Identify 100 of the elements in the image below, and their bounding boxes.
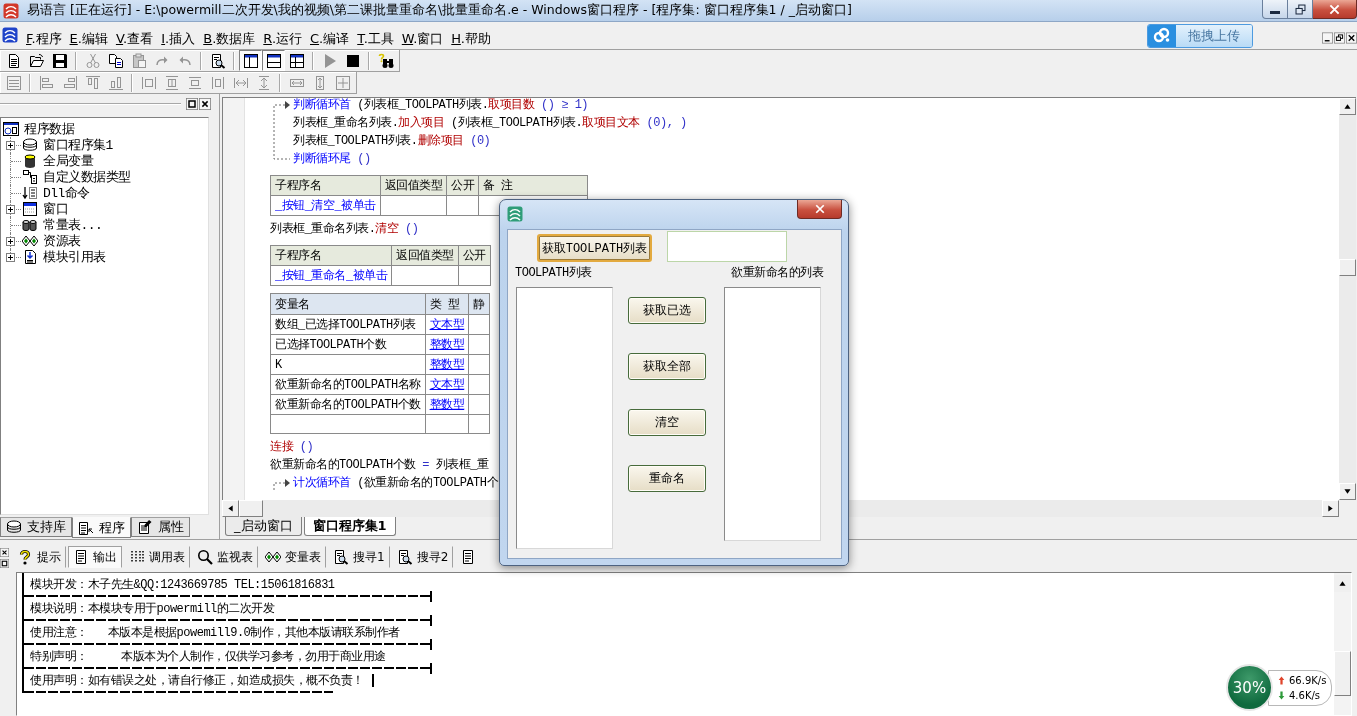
minimize-button[interactable]	[1262, 0, 1288, 19]
table-cell: 数组_已选择TOOLPATH列表	[270, 314, 426, 335]
output-line: 使用注意： 本版本是根据powemill9.0制作，其他本版请联系制作者	[30, 624, 400, 641]
dialog-button[interactable]: 清空	[628, 409, 706, 436]
vertical-scrollbar[interactable]	[1334, 573, 1351, 715]
minimize-button[interactable]	[1322, 30, 1333, 45]
output-tab[interactable]: 搜寻1	[328, 546, 390, 568]
tree-item[interactable]: 常量表...	[43, 216, 103, 234]
code-line: 列表框_重命名列表.加入项目 (列表框_TOOLPATH列表.取项目文本 (0), )	[293, 115, 687, 132]
tree-item[interactable]: 模块引用表	[43, 248, 106, 266]
maximize-button[interactable]	[0, 559, 9, 568]
tree-item[interactable]: 程序数据	[24, 120, 74, 138]
table-cell[interactable]: 文本型	[425, 374, 469, 395]
editor-tab[interactable]: 窗口程序集1	[303, 517, 396, 536]
grid-pane-window-icon	[288, 52, 305, 69]
dialog-button[interactable]: 获取TOOLPATH列表	[537, 234, 652, 262]
scroll-left-button[interactable]	[222, 500, 239, 517]
download-speed: 4.6K/s	[1289, 690, 1321, 701]
panel-tab[interactable]: 支持库	[0, 517, 72, 537]
close-button[interactable]	[797, 200, 842, 219]
menu-item[interactable]: T.工具	[353, 28, 398, 49]
menu-item[interactable]: I.插入	[157, 28, 200, 49]
document-cursor-icon	[78, 519, 94, 536]
tree-item[interactable]: 窗口	[43, 200, 68, 218]
column-header: 公开	[446, 175, 479, 196]
dialog-button[interactable]: 获取已选	[628, 297, 706, 324]
expand-toggle-icon[interactable]	[6, 252, 15, 262]
close-button[interactable]	[1313, 0, 1357, 19]
menu-item[interactable]: H.帮助	[447, 28, 495, 49]
document-icon	[73, 549, 89, 565]
tree-item[interactable]: 全局变量	[43, 152, 93, 170]
menu-item[interactable]: W.窗口	[397, 28, 448, 49]
scroll-down-button[interactable]	[1339, 483, 1356, 500]
editor-tab[interactable]: _启动窗口	[225, 517, 302, 536]
table-cell[interactable]: 整数型	[425, 354, 469, 375]
table-cell[interactable]: 文本型	[425, 314, 469, 335]
panel-tab[interactable]: 属性	[131, 517, 190, 537]
maximize-button[interactable]	[186, 98, 198, 110]
dialog-button[interactable]: 获取全部	[628, 353, 706, 380]
output-tab[interactable]: 调用表	[124, 546, 190, 568]
output-tab[interactable]: 监视表	[192, 546, 258, 568]
right-arrow-icon	[1327, 505, 1334, 512]
column-header: 类 型	[425, 293, 469, 315]
menu-item[interactable]: E.编辑	[65, 28, 112, 49]
column-header: 返回值类型	[380, 175, 447, 196]
column-header: 静	[468, 293, 490, 315]
output-tab[interactable]: 搜寻2	[391, 546, 454, 568]
minimize-icon	[1322, 30, 1333, 45]
question-mark-icon	[17, 549, 33, 565]
output-line: 特别声明： 本版本为个人制作，仅供学习参考，勿用于商业用途	[30, 648, 386, 665]
toolbar-button[interactable]	[262, 50, 285, 71]
output-tab[interactable]: 提示	[12, 546, 66, 568]
restore-icon	[1294, 3, 1306, 15]
table-cell: _按钮_清空_被单击	[270, 195, 381, 216]
link-icon	[1148, 25, 1176, 47]
output-line: 使用声明：如有错误之处，请自行修正，如造成损失，概不负责！	[30, 671, 374, 689]
menu-item[interactable]: C.编译	[306, 28, 354, 49]
tree-item[interactable]: 窗口程序集1	[43, 136, 113, 154]
code-line: 欲重新命名的TOOLPATH个数 = 列表框_重	[270, 457, 489, 474]
tree-item[interactable]: Dll命令	[43, 184, 90, 202]
scrollbar-thumb[interactable]	[1339, 259, 1356, 276]
dialog-button[interactable]: 重命名	[628, 465, 706, 492]
column-header: 备 注	[478, 175, 588, 196]
text-field[interactable]	[667, 231, 787, 262]
scrollbar-thumb[interactable]	[1334, 651, 1351, 696]
restore-icon	[1334, 30, 1345, 45]
scrollbar-thumb[interactable]	[239, 500, 263, 517]
vertical-scrollbar[interactable]	[1339, 98, 1356, 500]
restore-button[interactable]	[1334, 30, 1345, 45]
tree-item[interactable]: 自定义数据类型	[43, 168, 131, 186]
expand-toggle-icon[interactable]	[6, 236, 15, 246]
scissors-icon	[84, 52, 101, 69]
expand-toggle-icon[interactable]	[6, 204, 15, 214]
upload-button[interactable]: 拖拽上传	[1147, 24, 1253, 48]
align-right-icon	[61, 74, 78, 91]
upload-speed: 66.9K/s	[1289, 675, 1327, 686]
column-header: 子程序名	[270, 245, 392, 266]
program-data-icon	[3, 121, 19, 137]
menu-item[interactable]: B.数据库	[199, 28, 260, 49]
expand-toggle-icon[interactable]	[6, 140, 15, 150]
table-cell[interactable]: 整数型	[425, 334, 469, 355]
close-button[interactable]	[0, 548, 9, 557]
restore-button[interactable]	[1288, 0, 1313, 19]
table-cell: 已选择TOOLPATH个数	[270, 334, 426, 355]
close-button[interactable]	[1346, 30, 1357, 45]
toolbar-button[interactable]	[239, 50, 262, 71]
column-header: 公开	[458, 245, 491, 266]
close-button[interactable]	[199, 98, 211, 110]
panel-tab[interactable]: 程序	[72, 517, 131, 538]
table-cell[interactable]: 整数型	[425, 394, 469, 415]
align-top-icon	[84, 74, 101, 91]
lined-frame-icon	[5, 74, 22, 91]
output-tab[interactable]: 输出	[68, 546, 122, 568]
magnifier-icon	[197, 549, 213, 565]
menu-item[interactable]: V.查看	[111, 28, 158, 49]
tree-item[interactable]: 资源表	[43, 232, 81, 250]
scroll-right-button[interactable]	[1322, 500, 1339, 517]
menu-item[interactable]: F.程序	[22, 28, 66, 49]
menu-item[interactable]: R.运行	[259, 28, 306, 49]
output-tab[interactable]: 变量表	[260, 546, 326, 568]
